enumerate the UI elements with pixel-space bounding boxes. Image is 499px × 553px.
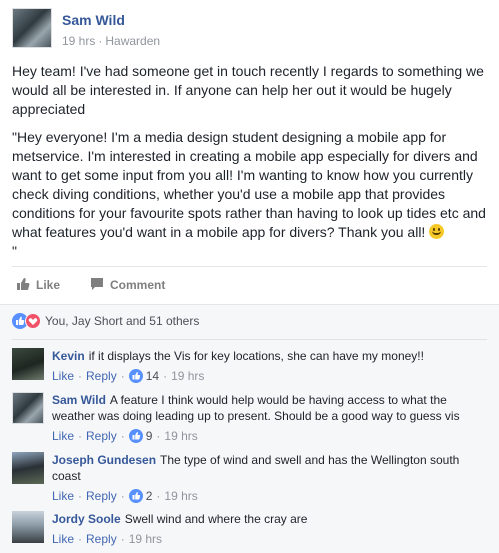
commenter-avatar[interactable] <box>12 511 44 543</box>
smile-emoji-icon <box>429 224 445 239</box>
comment-reaction-count[interactable]: 2 <box>146 489 153 503</box>
thumbs-up-icon <box>128 429 143 443</box>
post-body: Hey team! I've had someone get in touch … <box>12 62 490 270</box>
post-meta: 19 hrs · Hawarden <box>62 34 160 48</box>
comment-reply-link[interactable]: Reply <box>86 532 117 546</box>
post-paragraph-1: Hey team! I've had someone get in touch … <box>12 63 484 117</box>
love-reaction-icon <box>25 313 41 329</box>
author-name[interactable]: Sam Wild <box>62 12 125 28</box>
commenter-avatar[interactable] <box>12 348 44 380</box>
comment-footer: Like · Reply · 14 · 19 hrs <box>52 369 205 383</box>
post-paragraph-2-end: " <box>12 243 17 259</box>
comment-body: Sam Wild A feature I think would help wou… <box>52 392 490 444</box>
comment-like-link[interactable]: Like <box>52 532 74 546</box>
comment-time[interactable]: 19 hrs <box>129 532 162 546</box>
thumbs-up-icon <box>128 489 143 503</box>
comment-time[interactable]: 19 hrs <box>164 429 197 443</box>
comment-reply-link[interactable]: Reply <box>86 489 117 503</box>
comment-footer: Like · Reply · 9 · 19 hrs <box>52 429 198 443</box>
comment-body: Joseph Gundesen The type of wind and swel… <box>52 452 490 504</box>
comment-label: Comment <box>110 278 166 292</box>
post-actions-bar: Like Comment <box>12 266 487 303</box>
comment-button[interactable]: Comment <box>90 267 165 303</box>
comment-text: if it displays the Vis for key locations… <box>88 349 424 363</box>
comment-like-link[interactable]: Like <box>52 369 74 383</box>
commenter-name[interactable]: Joseph Gundesen <box>52 453 156 467</box>
comment-footer: Like · Reply · 2 · 19 hrs <box>52 489 198 503</box>
divider <box>12 339 487 340</box>
commenter-name[interactable]: Jordy Soole <box>52 512 121 526</box>
commenter-name[interactable]: Kevin <box>52 349 85 363</box>
post-paragraph-2: "Hey everyone! I'm a media design studen… <box>12 128 490 261</box>
comment-footer: Like · Reply · 19 hrs <box>52 532 163 546</box>
commenter-avatar[interactable] <box>12 392 44 424</box>
comment-body: Kevin if it displays the Vis for key loca… <box>52 348 490 384</box>
commenter-avatar[interactable] <box>12 452 44 484</box>
comment-reaction-count[interactable]: 9 <box>146 429 153 443</box>
like-button[interactable]: Like <box>16 267 60 303</box>
comment-reply-link[interactable]: Reply <box>86 369 117 383</box>
thumbs-up-icon <box>16 269 30 305</box>
author-avatar[interactable] <box>12 8 52 48</box>
comment-like-link[interactable]: Like <box>52 489 74 503</box>
comment-text: A feature I think would help would be ha… <box>52 393 460 423</box>
like-label: Like <box>36 278 61 292</box>
comment-like-link[interactable]: Like <box>52 429 74 443</box>
comment-icon <box>90 269 104 305</box>
post-card: Sam Wild 19 hrs · Hawarden Hey team! I've … <box>0 0 499 553</box>
reaction-summary[interactable]: You, Jay Short and 51 others <box>12 313 199 331</box>
comment-time[interactable]: 19 hrs <box>171 369 204 383</box>
comment-time[interactable]: 19 hrs <box>164 489 197 503</box>
comment-reply-link[interactable]: Reply <box>86 429 117 443</box>
meta-separator: · <box>98 34 103 48</box>
comment-text: Swell wind and where the cray are <box>124 512 308 526</box>
comment-reaction-count[interactable]: 14 <box>146 369 159 383</box>
comment-body: Jordy Soole Swell wind and where the cray… <box>52 511 490 547</box>
reaction-count-text: You, Jay Short and 51 others <box>45 314 200 328</box>
post-time[interactable]: 19 hrs <box>62 34 95 48</box>
thumbs-up-icon <box>128 369 143 383</box>
post-paragraph-2-text: "Hey everyone! I'm a media design studen… <box>12 129 486 240</box>
post-location[interactable]: Hawarden <box>105 34 160 48</box>
commenter-name[interactable]: Sam Wild <box>52 393 106 407</box>
